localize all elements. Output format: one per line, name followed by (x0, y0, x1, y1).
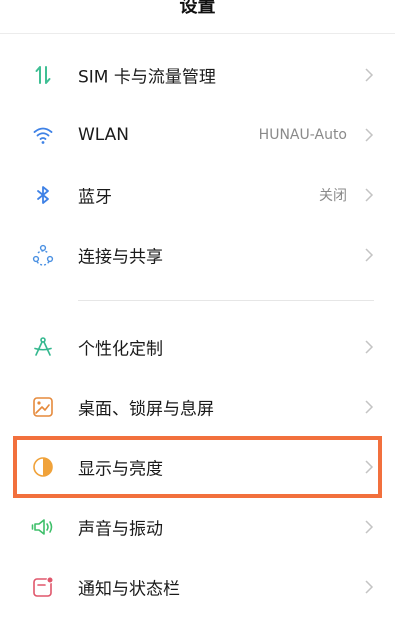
settings-item-label: 声音与振动 (78, 519, 163, 540)
chevron-right-icon (363, 398, 375, 416)
settings-item-label: 显示与亮度 (78, 459, 163, 480)
settings-item-bluetooth[interactable]: 蓝牙 关闭 (0, 165, 395, 225)
settings-item-sound[interactable]: 声音与振动 (0, 497, 395, 557)
settings-item-label: 连接与共享 (78, 247, 163, 268)
bluetooth-status: 关闭 (319, 188, 347, 204)
chevron-right-icon (363, 126, 375, 144)
chevron-right-icon (363, 338, 375, 356)
page-title: 设置 (179, 0, 216, 17)
settings-item-label: 通知与状态栏 (78, 579, 180, 600)
wifi-icon (30, 122, 56, 148)
chevron-right-icon (363, 186, 375, 204)
connection-share-icon (30, 242, 56, 268)
sound-vibration-icon (30, 514, 56, 540)
wallpaper-icon (30, 394, 56, 420)
wlan-network-name: HUNAU-Auto (258, 127, 347, 143)
settings-item-wallpaper[interactable]: 桌面、锁屏与息屏 (0, 377, 395, 437)
settings-item-display[interactable]: 显示与亮度 (0, 437, 395, 497)
settings-item-label: SIM 卡与流量管理 (78, 67, 216, 88)
chevron-right-icon (363, 66, 375, 84)
chevron-right-icon (363, 518, 375, 536)
settings-item-label: WLAN (78, 125, 130, 145)
display-brightness-icon (30, 454, 56, 480)
settings-item-label: 蓝牙 (78, 187, 112, 208)
personalize-icon (30, 334, 56, 360)
settings-item-label: 桌面、锁屏与息屏 (78, 399, 214, 420)
chevron-right-icon (363, 246, 375, 264)
header-divider (0, 33, 395, 34)
notification-statusbar-icon (30, 574, 56, 600)
settings-item-wlan[interactable]: WLAN HUNAU-Auto (0, 105, 395, 165)
chevron-right-icon (363, 578, 375, 596)
bluetooth-icon (30, 182, 56, 208)
sim-data-icon (30, 62, 56, 88)
header: 设置 (0, 0, 395, 32)
group-divider (78, 300, 374, 301)
settings-item-connect[interactable]: 连接与共享 (0, 225, 395, 285)
settings-item-sim[interactable]: SIM 卡与流量管理 (0, 45, 395, 105)
chevron-right-icon (363, 458, 375, 476)
settings-item-label: 个性化定制 (78, 339, 163, 360)
settings-item-notify[interactable]: 通知与状态栏 (0, 557, 395, 617)
settings-item-personalize[interactable]: 个性化定制 (0, 317, 395, 377)
